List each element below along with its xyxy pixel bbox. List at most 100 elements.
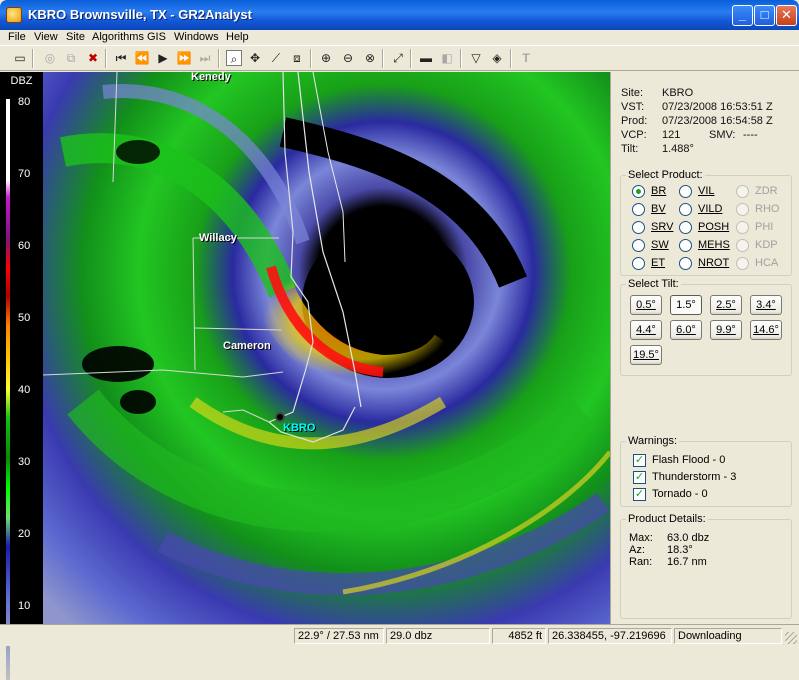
pan-icon[interactable]: ✥: [247, 50, 263, 66]
tilt-button-0[interactable]: 0.5°: [630, 295, 662, 315]
status-height: 4852 ft: [492, 628, 546, 644]
product-details-title: Product Details:: [626, 513, 708, 525]
zoom-icon[interactable]: ⌕: [226, 50, 242, 66]
radio-dot[interactable]: [736, 221, 749, 234]
step-forward-icon[interactable]: ⏩: [176, 50, 192, 66]
checkbox-box[interactable]: ✓: [633, 454, 646, 467]
vst-row: VST: 07/23/2008 16:53:51 Z: [621, 100, 796, 114]
menu-file[interactable]: File: [8, 30, 26, 45]
checkbox-box[interactable]: ✓: [633, 488, 646, 501]
toolbar: ▭ ◎ ⧉ ✖ ⏮ ⏪ ▶ ⏩ ⏭ ⌕ ✥ ⟋ ⧈ ⊕ ⊖ ⊗ ⤢ ▬ ◧ ▽ …: [0, 45, 799, 71]
radio-dot[interactable]: [679, 257, 692, 270]
zoom-in-icon[interactable]: ⊕: [318, 50, 334, 66]
radio-dot[interactable]: [736, 257, 749, 270]
tilt-button-2[interactable]: 2.5°: [710, 295, 742, 315]
product-label: BV: [651, 203, 666, 215]
maximize-button[interactable]: □: [754, 5, 775, 26]
smv-label: SMV:: [709, 129, 736, 141]
layers-icon[interactable]: ⧈: [289, 50, 305, 66]
radar-map-view[interactable]: Kenedy Willacy Cameron KBRO: [43, 72, 610, 624]
detail-ran-label: Ran:: [629, 556, 653, 568]
radio-dot[interactable]: [679, 203, 692, 216]
radio-dot[interactable]: [736, 203, 749, 216]
minimize-button[interactable]: _: [732, 5, 753, 26]
product-label: POSH: [698, 221, 730, 233]
zoom-out-icon[interactable]: ⊖: [340, 50, 356, 66]
first-frame-icon[interactable]: ⏮: [113, 50, 129, 66]
tilt-button-5[interactable]: 6.0°: [670, 320, 702, 340]
text-tool-icon[interactable]: T: [518, 50, 534, 66]
title-bar[interactable]: KBRO Brownsville, TX - GR2Analyst _ □ ✕: [0, 0, 799, 30]
window-title: KBRO Brownsville, TX - GR2Analyst: [28, 7, 252, 22]
scan-info: Site: KBRO VST: 07/23/2008 16:53:51 Z Pr…: [621, 86, 796, 156]
warnings-title: Warnings:: [626, 435, 680, 447]
radio-dot[interactable]: [736, 185, 749, 198]
toolbar-separator: [460, 49, 462, 68]
select-product-title: Select Product:: [626, 169, 705, 181]
checkbox-box[interactable]: ✓: [633, 471, 646, 484]
radio-dot[interactable]: [679, 185, 692, 198]
product-label: VILD: [698, 203, 723, 215]
radio-dot[interactable]: [736, 239, 749, 252]
tilt-button-6[interactable]: 9.9°: [710, 320, 742, 340]
menu-windows[interactable]: Windows: [174, 30, 219, 45]
toolbar-separator: [105, 49, 107, 68]
dbz-color-scale: DBZ 80 70 60 50 40 30 20 10: [0, 72, 43, 680]
tilt-button-1[interactable]: 1.5°: [670, 295, 702, 315]
warnings-group: Warnings: ✓ Flash Flood - 0 ✓ Thundersto…: [620, 435, 792, 507]
tilt-button-8[interactable]: 19.5°: [630, 345, 662, 365]
radio-dot[interactable]: [632, 221, 645, 234]
volume-icon[interactable]: ▽: [468, 50, 484, 66]
play-icon[interactable]: ▶: [155, 50, 171, 66]
scale-label: 30: [18, 456, 31, 468]
scale-label: 70: [18, 168, 31, 180]
product-label: ET: [651, 257, 666, 269]
measure-icon[interactable]: ⟋: [268, 50, 284, 66]
toolbar-separator: [218, 49, 220, 68]
tilt-button-7[interactable]: 14.6°: [750, 320, 782, 340]
radio-dot[interactable]: [679, 239, 692, 252]
cross-section-icon[interactable]: ▬: [418, 50, 434, 66]
storm-track-icon[interactable]: ◈: [489, 50, 505, 66]
last-frame-icon[interactable]: ⏭: [197, 50, 213, 66]
step-back-icon[interactable]: ⏪: [134, 50, 150, 66]
radar-site-marker[interactable]: [275, 412, 285, 422]
copy-icon[interactable]: ◎: [42, 50, 58, 66]
tilt-row: Tilt: 1.488°: [621, 142, 796, 156]
paste-icon[interactable]: ⧉: [63, 50, 79, 66]
toolbar-separator: [32, 49, 34, 68]
vcp-label: VCP:: [621, 129, 647, 141]
radio-dot[interactable]: [632, 239, 645, 252]
radio-dot[interactable]: [632, 185, 645, 198]
radio-dot[interactable]: [632, 257, 645, 270]
detail-ran-value: 16.7 nm: [667, 556, 707, 568]
prod-value: 07/23/2008 16:54:58 Z: [662, 115, 773, 127]
zoom-reset-icon[interactable]: ⊗: [362, 50, 378, 66]
menu-gis[interactable]: GIS: [147, 30, 166, 45]
tilt-button-4[interactable]: 4.4°: [630, 320, 662, 340]
menu-site[interactable]: Site: [66, 30, 85, 45]
delete-icon[interactable]: ✖: [85, 50, 101, 66]
isosurface-icon[interactable]: ◧: [439, 50, 455, 66]
radar-site-label: KBRO: [283, 422, 316, 434]
toolbar-separator: [510, 49, 512, 68]
toolbar-separator: [410, 49, 412, 68]
toolbar-separator: [310, 49, 312, 68]
detail-max-label: Max:: [629, 532, 653, 544]
site-row: Site: KBRO: [621, 86, 796, 100]
tilt-button-3[interactable]: 3.4°: [750, 295, 782, 315]
status-state: Downloading: [674, 628, 782, 644]
county-label-cameron: Cameron: [223, 340, 271, 352]
menu-help[interactable]: Help: [226, 30, 249, 45]
resize-grip[interactable]: [785, 632, 797, 644]
open-icon[interactable]: ▭: [12, 50, 28, 66]
radio-dot[interactable]: [632, 203, 645, 216]
menu-view[interactable]: View: [34, 30, 58, 45]
product-label: HCA: [755, 257, 779, 269]
product-label: PHI: [755, 221, 774, 233]
close-button[interactable]: ✕: [776, 5, 797, 26]
menu-algorithms[interactable]: Algorithms: [92, 30, 144, 45]
radio-dot[interactable]: [679, 221, 692, 234]
county-label-kenedy: Kenedy: [191, 72, 231, 83]
warning-tool-icon[interactable]: ⤢: [390, 50, 406, 66]
